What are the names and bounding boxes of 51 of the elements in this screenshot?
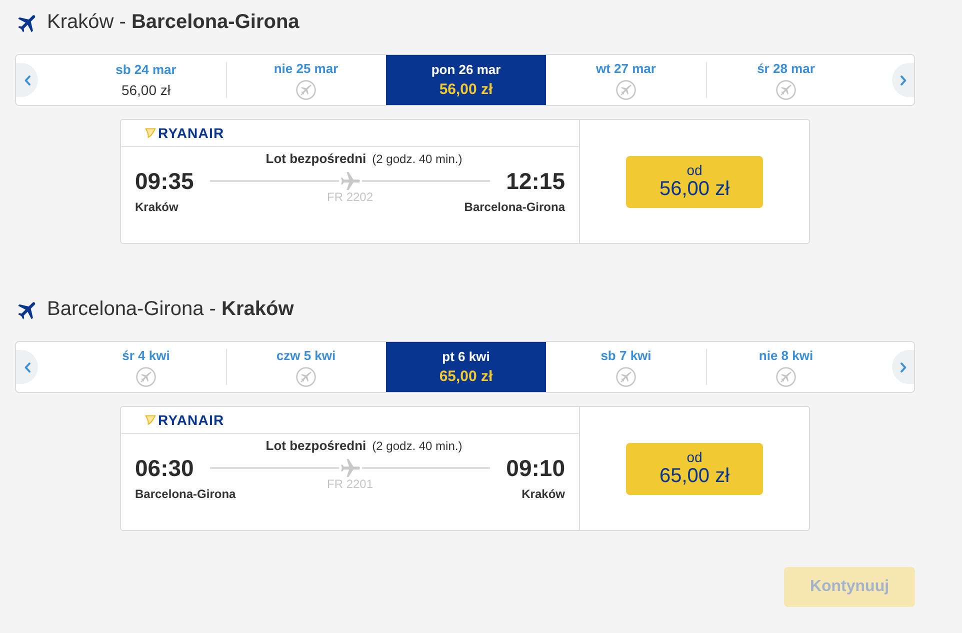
crossed-plane-icon (296, 366, 316, 386)
flight-type: Lot bezpośredni (266, 438, 366, 454)
crossed-plane-icon (136, 366, 156, 386)
arrival-time: 12:15 (506, 167, 565, 195)
crossed-plane-icon (616, 80, 636, 100)
harp-icon (145, 128, 156, 138)
arrival-time: 09:10 (506, 454, 565, 482)
departure-time: 09:35 (135, 167, 194, 195)
date-tab[interactable]: śr 28 mar (706, 55, 866, 105)
previous-dates-button[interactable] (16, 63, 38, 97)
chevron-right-icon (900, 74, 906, 86)
flight-number: FR 2202 (326, 190, 374, 204)
date-tab[interactable]: wt 27 mar (546, 55, 706, 105)
fare-button[interactable]: od 65,00 zł (626, 442, 763, 494)
departure-city: Barcelona-Girona (135, 486, 236, 502)
chevron-left-icon (24, 362, 30, 372)
date-tab[interactable]: pt 6 kwi 65,00 zł (386, 342, 546, 392)
flight-type: Lot bezpośredni (266, 151, 366, 167)
chevron-right-icon (900, 362, 906, 372)
date-tab[interactable]: sb 7 kwi (546, 342, 706, 392)
airline-name: RYANAIR (158, 412, 224, 428)
route-title: Barcelona-Girona - Kraków (47, 297, 294, 322)
airline-name: RYANAIR (158, 125, 224, 141)
date-tab[interactable]: nie 25 mar (226, 55, 386, 105)
departure-city: Kraków (135, 199, 178, 215)
date-tab[interactable]: pon 26 mar 56,00 zł (386, 55, 546, 105)
arrival-city: Kraków (522, 486, 565, 502)
crossed-plane-icon (776, 366, 796, 386)
date-tab[interactable]: nie 8 kwi (706, 342, 866, 392)
fare-button[interactable]: od 56,00 zł (626, 156, 763, 208)
flight-duration: (2 godz. 40 min.) (372, 438, 462, 454)
departure-time: 06:30 (135, 454, 194, 482)
crossed-plane-icon (616, 366, 636, 386)
arrival-city: Barcelona-Girona (464, 199, 565, 215)
date-tab[interactable]: sb 24 mar 56,00 zł (66, 55, 226, 105)
date-tab[interactable]: czw 5 kwi (226, 342, 386, 392)
airplane-icon (340, 172, 360, 190)
flight-number: FR 2201 (326, 477, 374, 491)
crossed-plane-icon (296, 80, 316, 100)
date-tab[interactable]: śr 4 kwi (66, 342, 226, 392)
chevron-left-icon (24, 74, 30, 86)
airplane-icon (18, 12, 38, 32)
route-title: Kraków - Barcelona-Girona (47, 10, 300, 35)
next-dates-button[interactable] (892, 350, 914, 384)
airplane-icon (340, 458, 360, 478)
flight-duration: (2 godz. 40 min.) (372, 151, 462, 167)
next-dates-button[interactable] (892, 63, 914, 97)
previous-dates-button[interactable] (16, 350, 38, 384)
crossed-plane-icon (776, 80, 796, 100)
harp-icon (145, 415, 156, 425)
airplane-icon (18, 300, 38, 320)
